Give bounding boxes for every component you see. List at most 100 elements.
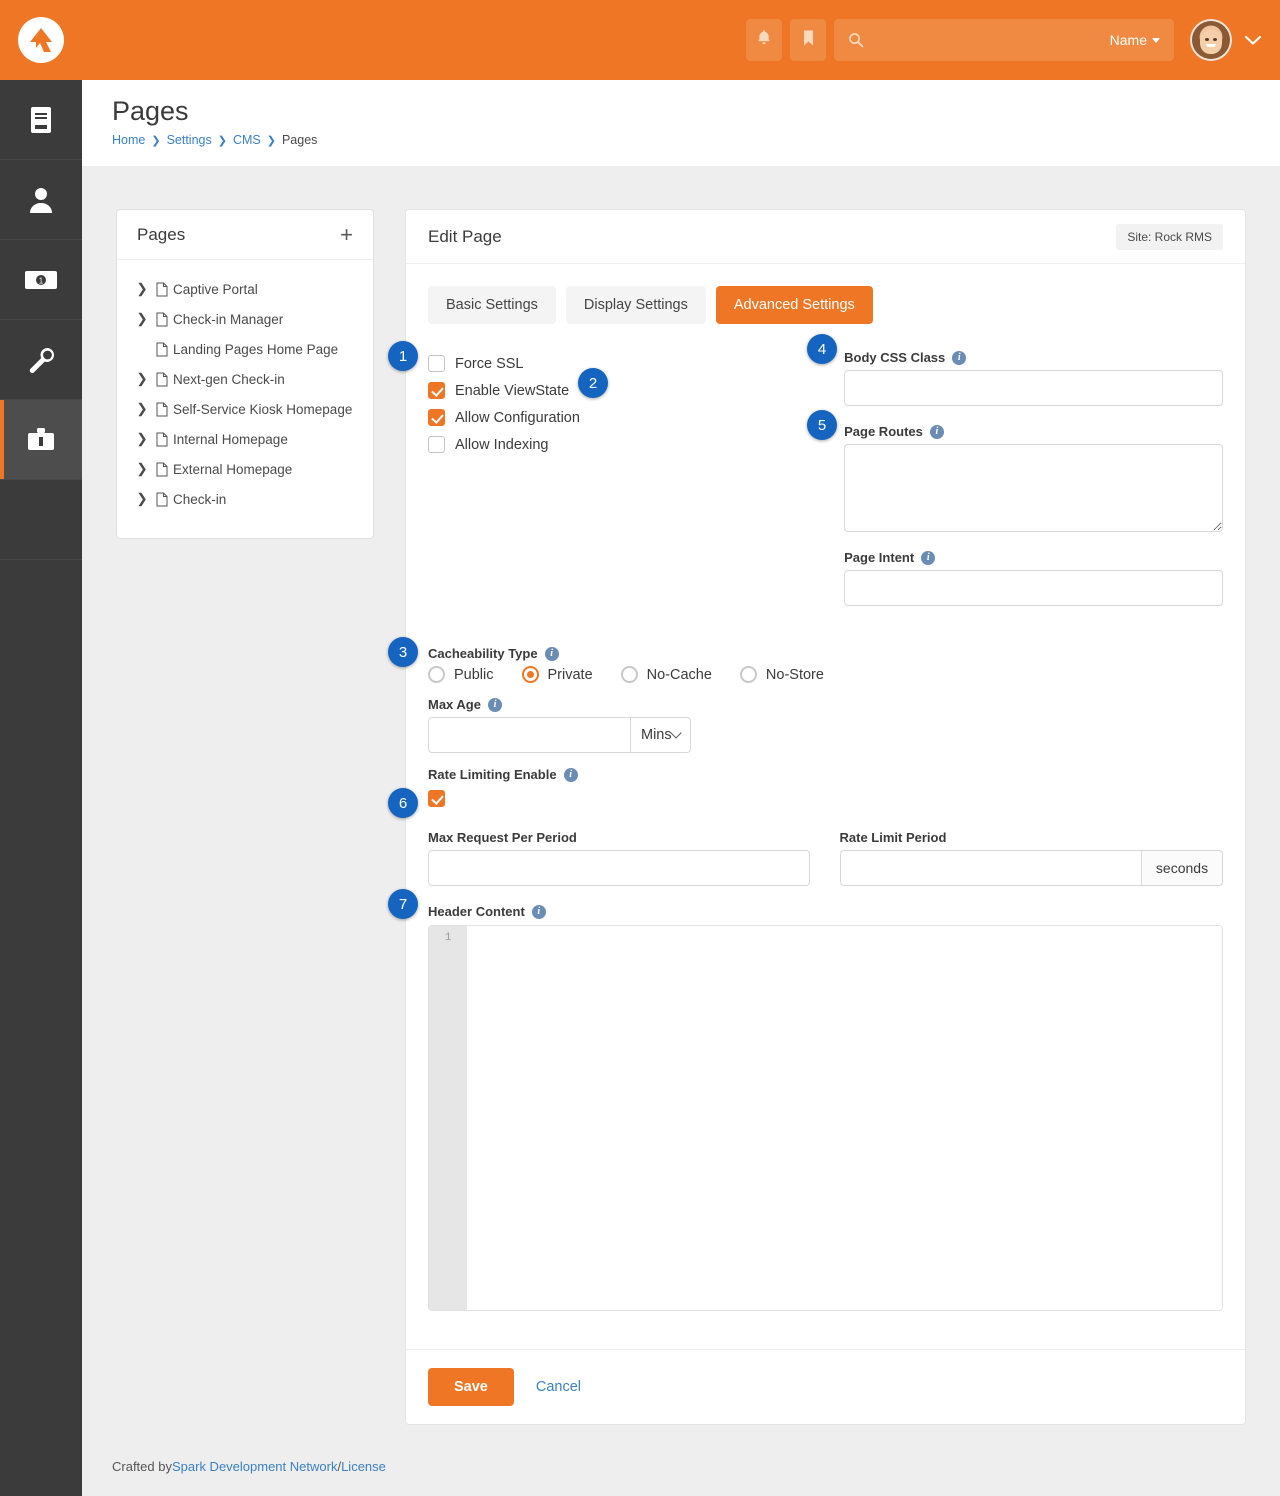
- info-icon[interactable]: i: [563, 767, 578, 782]
- max-age-unit-select[interactable]: Mins: [630, 717, 691, 753]
- tree-item-self-service-kiosk-homepage[interactable]: ❯ Self-Service Kiosk Homepage: [117, 394, 373, 424]
- cacheability-radio-group: Public Private No-Cache No-Store: [428, 666, 1223, 683]
- top-bar: Name: [0, 0, 1280, 80]
- file-icon: [151, 342, 173, 357]
- tree-item-next-gen-check-in[interactable]: ❯ Next-gen Check-in: [117, 364, 373, 394]
- footer-license-link[interactable]: License: [341, 1459, 386, 1474]
- edit-page-header: Edit Page Site: Rock RMS: [406, 210, 1245, 264]
- brand-logo[interactable]: [0, 0, 82, 80]
- tree-item-external-homepage[interactable]: ❯ External Homepage: [117, 454, 373, 484]
- cacheability-option-private[interactable]: Private: [521, 666, 593, 683]
- header-content-code-editor[interactable]: 1: [428, 925, 1223, 1311]
- rate-limiting-enable-checkbox[interactable]: [428, 790, 445, 807]
- info-icon[interactable]: i: [929, 424, 944, 439]
- page-intent-label-row: Page Intent i: [844, 550, 1223, 565]
- public-radio[interactable]: [428, 666, 445, 683]
- no-store-radio[interactable]: [739, 666, 757, 683]
- footer-prefix: Crafted by: [112, 1458, 172, 1474]
- enable-viewstate-checkbox[interactable]: [428, 382, 445, 399]
- nav-item-finance[interactable]: 1: [0, 240, 82, 320]
- cacheability-option-no-cache[interactable]: No-Cache: [620, 666, 712, 683]
- max-age-input[interactable]: [428, 717, 630, 753]
- nav-item-admin-tools[interactable]: [0, 320, 82, 400]
- right-column: Body CSS Class i Page Routes i Page Inte…: [832, 350, 1223, 624]
- no-cache-radio[interactable]: [620, 666, 638, 683]
- tree-item-internal-homepage[interactable]: ❯ Internal Homepage: [117, 424, 373, 454]
- bookmark-icon: [802, 29, 815, 52]
- chevron-right-icon[interactable]: ❯: [133, 491, 151, 507]
- save-button[interactable]: Save: [428, 1368, 514, 1406]
- force-ssl-checkbox[interactable]: [428, 355, 445, 372]
- search-scope-dropdown[interactable]: Name: [1110, 32, 1160, 48]
- page-routes-textarea[interactable]: [844, 444, 1223, 532]
- rate-limit-period-unit: seconds: [1141, 850, 1223, 886]
- checkbox-row-enable-viewstate[interactable]: Enable ViewState: [428, 377, 832, 404]
- cancel-button[interactable]: Cancel: [530, 1368, 587, 1406]
- chevron-right-icon[interactable]: ❯: [133, 311, 151, 327]
- chevron-right-icon[interactable]: ❯: [133, 401, 151, 417]
- search-box[interactable]: Name: [834, 19, 1174, 61]
- notifications-button[interactable]: [746, 19, 782, 61]
- tree-item-label: Self-Service Kiosk Homepage: [173, 401, 353, 417]
- allow-indexing-checkbox[interactable]: [428, 436, 445, 453]
- person-icon: [27, 185, 55, 215]
- tree-item-label: Check-in: [173, 491, 227, 507]
- bookmarks-button[interactable]: [790, 19, 826, 61]
- tree-item-label: Internal Homepage: [173, 431, 288, 447]
- chevron-right-icon[interactable]: ❯: [133, 431, 151, 447]
- footer-org-link[interactable]: Spark Development Network: [172, 1459, 337, 1474]
- tree-item-check-in[interactable]: ❯ Check-in: [117, 484, 373, 514]
- nav-item-book[interactable]: [0, 80, 82, 160]
- user-menu-chevron-down-icon[interactable]: [1244, 34, 1262, 46]
- code-text-area[interactable]: [467, 926, 1222, 1310]
- cacheability-option-public[interactable]: Public: [428, 666, 494, 683]
- plus-icon[interactable]: +: [340, 223, 353, 246]
- info-icon[interactable]: i: [487, 697, 502, 712]
- cacheability-option-no-store[interactable]: No-Store: [739, 666, 824, 683]
- rate-limiting-label-row: Rate Limiting Enable i: [428, 767, 1223, 782]
- tab-basic-settings[interactable]: Basic Settings: [428, 286, 556, 324]
- nav-item-tools[interactable]: [0, 400, 82, 480]
- breadcrumb-item-pages: Pages: [281, 133, 318, 147]
- left-column: Force SSL Enable ViewState Allow Configu…: [428, 350, 832, 624]
- nav-item-person[interactable]: [0, 160, 82, 240]
- body-css-class-input[interactable]: [844, 370, 1223, 406]
- breadcrumb-item-settings[interactable]: Settings: [167, 133, 212, 147]
- tab-advanced-settings[interactable]: Advanced Settings: [715, 286, 873, 324]
- rate-limit-period-input-group: seconds: [839, 850, 1223, 886]
- checkbox-row-allow-configuration[interactable]: Allow Configuration: [428, 404, 832, 431]
- breadcrumb-item-cms[interactable]: CMS: [233, 133, 261, 147]
- avatar[interactable]: [1190, 19, 1232, 61]
- max-age-label: Max Age: [428, 697, 481, 712]
- chevron-right-icon[interactable]: ❯: [133, 461, 151, 477]
- checkbox-row-allow-indexing[interactable]: Allow Indexing: [428, 431, 832, 458]
- callout-badge-3: 3: [388, 637, 418, 667]
- breadcrumb-item-home[interactable]: Home: [112, 133, 145, 147]
- private-radio[interactable]: [521, 666, 539, 683]
- chevron-right-icon[interactable]: ❯: [133, 371, 151, 387]
- info-icon[interactable]: i: [921, 550, 936, 565]
- force-ssl-label: Force SSL: [455, 355, 524, 372]
- code-line-number: 1: [444, 932, 452, 944]
- enable-viewstate-label: Enable ViewState: [455, 382, 570, 399]
- file-icon: [151, 432, 173, 447]
- private-label: Private: [547, 666, 593, 683]
- money-bill-icon: 1: [24, 269, 58, 291]
- max-request-per-period-input[interactable]: [428, 850, 810, 886]
- tab-display-settings[interactable]: Display Settings: [565, 286, 706, 324]
- search-input[interactable]: [872, 31, 1110, 49]
- allow-configuration-checkbox[interactable]: [428, 409, 445, 426]
- info-icon[interactable]: i: [952, 350, 967, 365]
- checkbox-row-force-ssl[interactable]: Force SSL: [428, 350, 832, 377]
- tree-item-check-in-manager[interactable]: ❯ Check-in Manager: [117, 304, 373, 334]
- info-icon[interactable]: i: [544, 646, 559, 661]
- tree-item-landing-pages-home-page[interactable]: ❯ Landing Pages Home Page: [117, 334, 373, 364]
- info-icon[interactable]: i: [531, 904, 546, 919]
- page-routes-label: Page Routes: [844, 424, 923, 439]
- page-intent-input[interactable]: [844, 570, 1223, 606]
- tree-item-label: External Homepage: [173, 461, 293, 477]
- rate-limit-period-input[interactable]: [839, 850, 1141, 886]
- chevron-right-icon[interactable]: ❯: [133, 281, 151, 297]
- rate-limit-period-label-row: Rate Limit Period: [840, 830, 1224, 845]
- tree-item-captive-portal[interactable]: ❯ Captive Portal: [117, 274, 373, 304]
